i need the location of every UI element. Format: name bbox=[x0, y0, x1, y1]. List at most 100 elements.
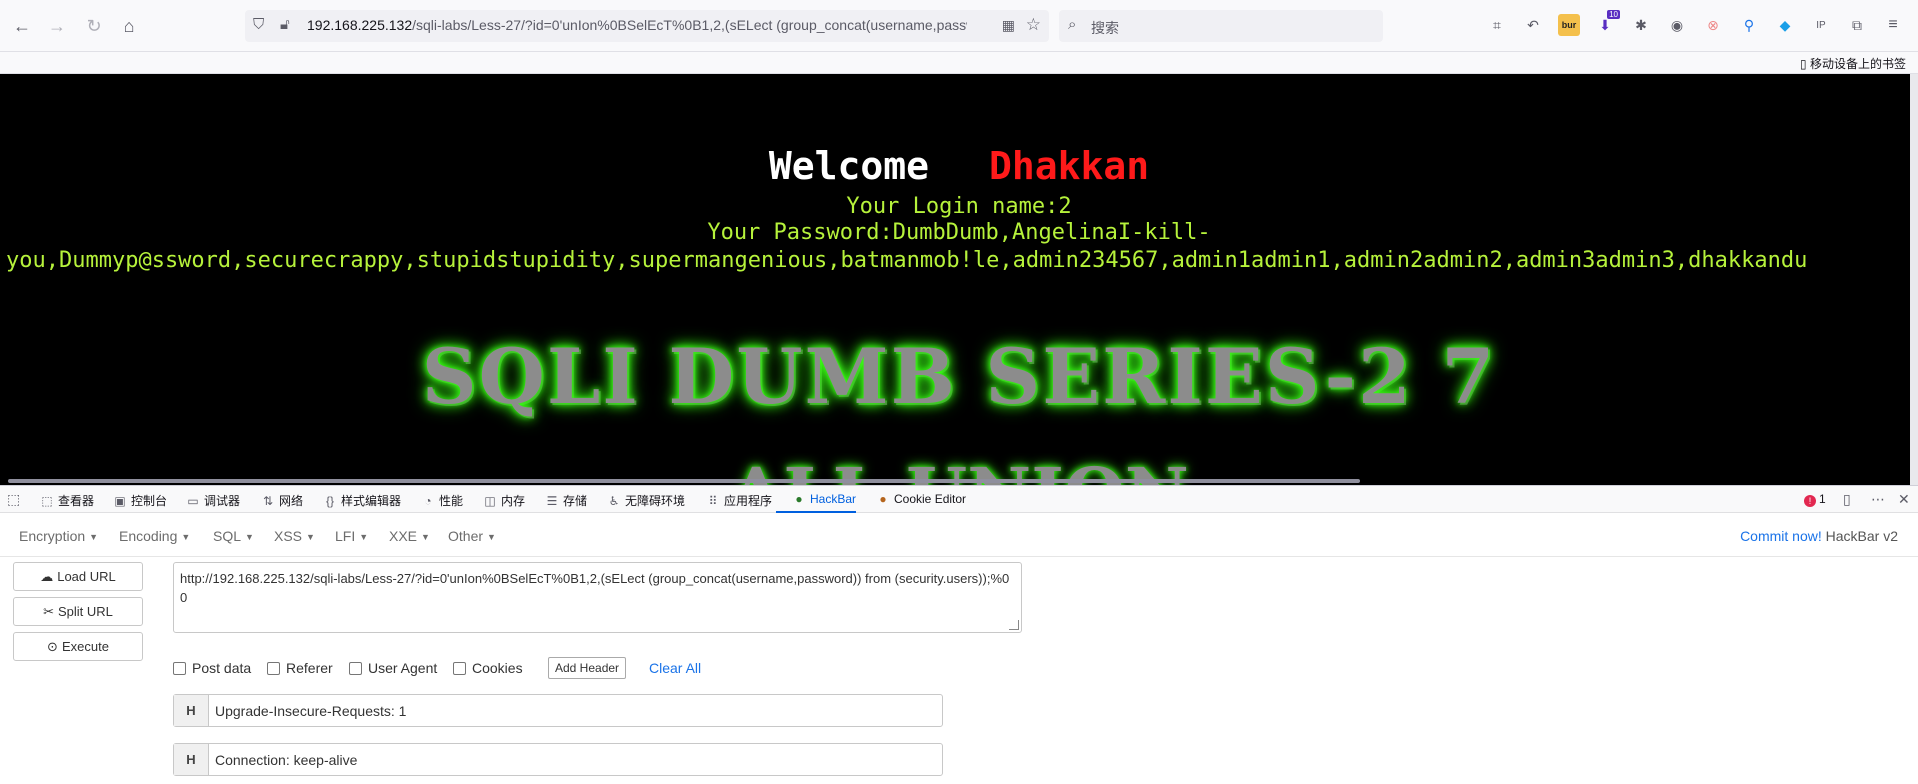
screenshot-crop-icon[interactable]: ⌗ bbox=[1486, 14, 1508, 36]
ip-extension-icon[interactable]: IP bbox=[1810, 14, 1832, 36]
tab-application[interactable]: ⠿ 应用程序 bbox=[706, 492, 772, 509]
tab-memory[interactable]: ◫ 内存 bbox=[483, 492, 525, 509]
devtools-tabbar: ⬚ ⬚ 查看器 ▣ 控制台 ▭ 调试器 ⇅ 网络 {} 样式编辑器 ◔ 性能 ◫ 内存 ☰ 存储… bbox=[0, 485, 1918, 513]
tab-storage[interactable]: ☰ 存储 bbox=[545, 492, 587, 509]
checkbox[interactable] bbox=[173, 661, 186, 675]
tab-hackbar[interactable]: ● HackBar bbox=[775, 492, 857, 513]
home-icon[interactable]: ⌂ bbox=[117, 14, 141, 38]
header-row[interactable]: H Connection: keep-alive bbox=[173, 743, 943, 776]
burp-extension-icon[interactable]: bur bbox=[1558, 14, 1580, 36]
cookies-checkbox[interactable]: Cookies bbox=[453, 660, 523, 676]
add-header-button[interactable]: Add Header bbox=[548, 657, 627, 679]
menu-encryption[interactable]: Encryption ▼ bbox=[19, 528, 98, 544]
checkbox[interactable] bbox=[453, 661, 466, 675]
page-content: Welcome Dhakkan Your Login name:2 Your Pa… bbox=[0, 74, 1918, 485]
dhakkan-text: Dhakkan bbox=[989, 144, 1150, 188]
tab-performance[interactable]: ◔ 性能 bbox=[421, 492, 463, 509]
menu-icon[interactable]: ≡ bbox=[1882, 14, 1904, 36]
undo-icon[interactable]: ↶ bbox=[1522, 14, 1544, 36]
series-banner: SQLI DUMB SERIES-2 7 bbox=[421, 332, 1497, 421]
search-bar[interactable]: ⌕ 搜索 bbox=[1059, 10, 1383, 42]
menu-xss[interactable]: XSS ▼ bbox=[274, 528, 315, 544]
hackbar-icon: ● bbox=[795, 492, 803, 506]
accessibility-icon: ♿ bbox=[608, 494, 620, 508]
shield-icon[interactable]: ⛉ bbox=[253, 16, 264, 33]
puzzle-icon[interactable]: ✱ bbox=[1630, 14, 1652, 36]
wappalyzer-icon[interactable]: ◆ bbox=[1774, 14, 1796, 36]
referer-checkbox[interactable]: Referer bbox=[267, 660, 333, 676]
mobile-bookmarks[interactable]: ▯ 移动设备上的书签 bbox=[1800, 55, 1906, 72]
browser-toolbar: ← → ↻ ⌂ ⛉ 🔓︎ 192.168.225.132/sqli-labs/L… bbox=[0, 0, 1918, 52]
element-picker-icon[interactable]: ⬚ bbox=[7, 491, 20, 508]
chevron-down-icon: ▼ bbox=[487, 532, 496, 542]
cloud-download-icon: ☁ bbox=[40, 568, 54, 584]
chevron-down-icon: ▼ bbox=[89, 532, 99, 542]
console-icon: ▣ bbox=[114, 494, 126, 508]
header-value[interactable]: Upgrade-Insecure-Requests: 1 bbox=[209, 695, 406, 726]
tab-console[interactable]: ▣ 控制台 bbox=[113, 492, 167, 509]
user-agent-checkbox[interactable]: User Agent bbox=[349, 660, 437, 676]
welcome-text: Welcome bbox=[768, 144, 929, 188]
menu-lfi[interactable]: LFI ▼ bbox=[335, 528, 368, 544]
menu-encoding[interactable]: Encoding ▼ bbox=[119, 528, 190, 544]
tab-cookie-editor[interactable]: ● Cookie Editor bbox=[876, 492, 966, 506]
checkbox[interactable] bbox=[349, 661, 362, 675]
checkbox[interactable] bbox=[267, 661, 280, 675]
inspector-icon: ⬚ bbox=[41, 494, 53, 508]
tab-network[interactable]: ⇅ 网络 bbox=[261, 492, 303, 509]
close-icon[interactable]: ✕ bbox=[1898, 491, 1910, 508]
extensions-icon[interactable]: ⧉ bbox=[1846, 14, 1868, 36]
location-pin-icon[interactable]: ⚲ bbox=[1738, 14, 1760, 36]
bookmark-star-icon[interactable]: ☆ bbox=[1026, 15, 1041, 35]
network-icon: ⇅ bbox=[262, 494, 274, 508]
error-counter[interactable]: ! 1 bbox=[1804, 492, 1826, 507]
storage-icon: ☰ bbox=[546, 494, 558, 508]
menu-other[interactable]: Other ▼ bbox=[448, 528, 496, 544]
address-url[interactable]: 192.168.225.132/sqli-labs/Less-27/?id=0'… bbox=[307, 17, 967, 33]
download-extension-icon[interactable]: ⬇ 10 bbox=[1594, 10, 1620, 36]
clear-all-link[interactable]: Clear All bbox=[649, 660, 701, 676]
scissors-icon: ✂ bbox=[43, 603, 54, 619]
tab-inspector[interactable]: ⬚ 查看器 bbox=[40, 492, 94, 509]
resize-grip-icon[interactable] bbox=[1009, 620, 1019, 630]
header-value[interactable]: Connection: keep-alive bbox=[209, 744, 357, 775]
welcome-heading: Welcome Dhakkan bbox=[0, 144, 1918, 188]
post-data-checkbox[interactable]: Post data bbox=[173, 660, 251, 676]
address-bar[interactable]: ⛉ 🔓︎ 192.168.225.132/sqli-labs/Less-27/?… bbox=[245, 10, 1049, 42]
menu-xxe[interactable]: XXE ▼ bbox=[389, 528, 430, 544]
chevron-down-icon: ▼ bbox=[245, 532, 254, 542]
horizontal-scrollbar[interactable] bbox=[8, 479, 1360, 483]
load-url-button[interactable]: ☁ Load URL bbox=[13, 562, 143, 591]
link-extension-icon[interactable]: ⊗ bbox=[1702, 14, 1724, 36]
commit-now-link[interactable]: Commit now! bbox=[1740, 528, 1822, 544]
execute-button[interactable]: ⊙ Execute bbox=[13, 632, 143, 661]
qr-code-icon[interactable]: ▦ bbox=[1002, 17, 1015, 34]
split-url-button[interactable]: ✂ Split URL bbox=[13, 597, 143, 626]
header-toggle[interactable]: H bbox=[174, 744, 209, 775]
search-icon: ⌕ bbox=[1068, 16, 1077, 33]
more-options-icon[interactable]: ⋯ bbox=[1871, 491, 1885, 508]
tab-style-editor[interactable]: {} 样式编辑器 bbox=[323, 492, 401, 509]
header-toggle[interactable]: H bbox=[174, 695, 209, 726]
forward-arrow-icon[interactable]: → bbox=[45, 14, 69, 38]
play-circle-icon: ⊙ bbox=[47, 638, 58, 654]
insecure-lock-icon[interactable]: 🔓︎ bbox=[280, 16, 290, 33]
application-icon: ⠿ bbox=[708, 494, 718, 508]
back-arrow-icon[interactable]: ← bbox=[10, 14, 34, 38]
url-textarea[interactable]: http://192.168.225.132/sqli-labs/Less-27… bbox=[173, 562, 1022, 633]
vertical-scrollbar[interactable] bbox=[1910, 74, 1918, 485]
dock-side-icon[interactable]: ▯ bbox=[1843, 491, 1851, 508]
password-line: Your Password:DumbDumb,AngelinaI-kill- bbox=[707, 220, 1211, 245]
cookie-icon[interactable]: ◉ bbox=[1666, 14, 1688, 36]
bookmarks-toolbar: ▯ 移动设备上的书签 bbox=[0, 52, 1918, 74]
style-editor-icon: {} bbox=[325, 494, 334, 508]
header-row[interactable]: H Upgrade-Insecure-Requests: 1 bbox=[173, 694, 943, 727]
menu-sql[interactable]: SQL ▼ bbox=[213, 528, 254, 544]
hackbar-panel: Encryption ▼ Encoding ▼ SQL ▼ XSS ▼ LFI ▼ XXE… bbox=[0, 513, 1918, 784]
chevron-down-icon: ▼ bbox=[359, 532, 369, 542]
password-continuation: you,Dummyp@ssword,securecrappy,stupidstu… bbox=[6, 248, 1808, 273]
commit-link: Commit now! HackBar v2 bbox=[1740, 528, 1898, 544]
reload-icon[interactable]: ↻ bbox=[82, 14, 106, 38]
tab-accessibility[interactable]: ♿ 无障碍环境 bbox=[607, 492, 685, 509]
tab-debugger[interactable]: ▭ 调试器 bbox=[186, 492, 240, 509]
